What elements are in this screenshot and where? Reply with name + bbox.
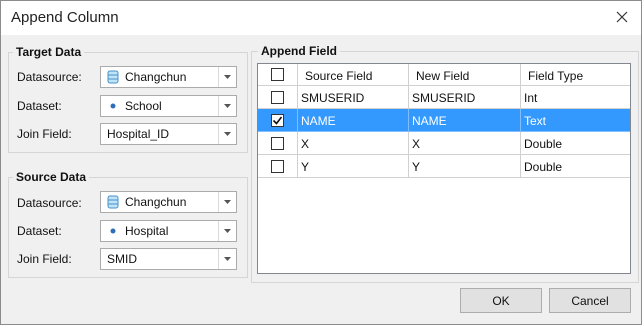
target-datasource-label: Datasource: xyxy=(17,70,82,84)
chevron-down-icon[interactable] xyxy=(218,221,236,241)
source-joinfield-value: SMID xyxy=(107,252,137,266)
new-field-cell[interactable]: SMUSERID xyxy=(409,86,521,109)
field-type-cell-text: Int xyxy=(524,91,538,105)
append-column-dialog: Append Column Target Data Datasource: Ch… xyxy=(0,0,642,325)
new-field-cell[interactable]: NAME xyxy=(409,109,521,132)
row-check-cell xyxy=(258,132,298,155)
point-dataset-icon xyxy=(110,103,116,109)
new-field-cell-text: SMUSERID xyxy=(412,91,476,105)
table-row[interactable]: Y Y Double xyxy=(258,155,630,178)
new-field-cell-text: Y xyxy=(412,160,421,174)
source-field-cell-text: X xyxy=(301,137,310,151)
source-field-cell-text: NAME xyxy=(301,114,336,128)
field-grid[interactable]: Source Field New Field Field Type SMUSER… xyxy=(257,63,631,274)
column-field-type-label: Field Type xyxy=(528,69,584,83)
new-field-cell-text: X xyxy=(412,137,421,151)
row-check-cell xyxy=(258,155,298,178)
source-field-cell[interactable]: X xyxy=(298,132,409,155)
ok-button-label: OK xyxy=(492,293,510,308)
target-joinfield-value: Hospital_ID xyxy=(107,127,170,141)
select-all-checkbox[interactable] xyxy=(271,68,284,81)
source-field-cell-text: SMUSERID xyxy=(301,91,365,105)
source-field-cell[interactable]: Y xyxy=(298,155,409,178)
field-type-cell[interactable]: Int xyxy=(521,86,630,109)
source-joinfield-label: Join Field: xyxy=(17,252,72,266)
source-field-cell[interactable]: NAME xyxy=(298,109,409,132)
row-checkbox[interactable] xyxy=(271,160,284,173)
row-checkbox[interactable] xyxy=(271,114,284,127)
field-type-cell[interactable]: Double xyxy=(521,132,630,155)
source-datasource-label: Datasource: xyxy=(17,196,82,210)
source-field-cell-text: Y xyxy=(301,160,310,174)
source-datasource-combo[interactable]: Changchun xyxy=(100,191,237,213)
append-field-title: Append Field xyxy=(258,44,340,58)
row-checkbox[interactable] xyxy=(271,91,284,104)
source-joinfield-combo[interactable]: SMID xyxy=(100,248,237,270)
chevron-down-icon[interactable] xyxy=(218,249,236,269)
chevron-down-icon[interactable] xyxy=(218,192,236,212)
target-joinfield-combo[interactable]: Hospital_ID xyxy=(100,123,237,145)
row-check-cell xyxy=(258,86,298,109)
field-type-cell[interactable]: Double xyxy=(521,155,630,178)
column-source-field-label: Source Field xyxy=(305,69,373,83)
source-dataset-combo[interactable]: Hospital xyxy=(100,220,237,242)
chevron-down-icon[interactable] xyxy=(218,67,236,87)
cancel-button-label: Cancel xyxy=(571,293,609,308)
new-field-cell[interactable]: X xyxy=(409,132,521,155)
table-row[interactable]: SMUSERID SMUSERID Int xyxy=(258,86,630,109)
checkmark-icon xyxy=(272,116,283,125)
target-datasource-combo[interactable]: Changchun xyxy=(100,66,237,88)
row-checkbox[interactable] xyxy=(271,137,284,150)
grid-header-field-type[interactable]: Field Type xyxy=(521,64,630,86)
dialog-title: Append Column xyxy=(11,9,119,26)
title-bar: Append Column xyxy=(1,1,641,35)
new-field-cell-text: NAME xyxy=(412,114,447,128)
field-type-cell-text: Double xyxy=(524,137,563,151)
chevron-down-icon[interactable] xyxy=(218,96,236,116)
grid-header-new-field[interactable]: New Field xyxy=(409,64,521,86)
grid-header-check-cell xyxy=(258,64,298,86)
new-field-cell[interactable]: Y xyxy=(409,155,521,178)
row-check-cell xyxy=(258,109,298,132)
ok-button[interactable]: OK xyxy=(460,288,542,313)
source-data-title: Source Data xyxy=(13,170,90,184)
target-datasource-value: Changchun xyxy=(125,70,187,84)
table-row[interactable]: X X Double xyxy=(258,132,630,155)
column-new-field-label: New Field xyxy=(416,69,470,83)
datasource-icon xyxy=(107,70,119,84)
target-data-title: Target Data xyxy=(13,45,85,59)
grid-header-source-field[interactable]: Source Field xyxy=(298,64,409,86)
chevron-down-icon[interactable] xyxy=(218,124,236,144)
target-dataset-combo[interactable]: School xyxy=(100,95,237,117)
target-dataset-value: School xyxy=(125,99,162,113)
point-dataset-icon xyxy=(110,228,116,234)
close-icon xyxy=(616,11,628,23)
target-dataset-label: Dataset: xyxy=(17,99,62,113)
table-row[interactable]: NAME NAME Text xyxy=(258,109,630,132)
cancel-button[interactable]: Cancel xyxy=(549,288,631,313)
source-datasource-value: Changchun xyxy=(125,195,187,209)
datasource-icon xyxy=(107,195,119,209)
close-button[interactable] xyxy=(609,5,635,29)
source-dataset-value: Hospital xyxy=(125,224,169,238)
source-field-cell[interactable]: SMUSERID xyxy=(298,86,409,109)
field-type-cell[interactable]: Text xyxy=(521,109,630,132)
target-joinfield-label: Join Field: xyxy=(17,127,72,141)
field-type-cell-text: Double xyxy=(524,160,563,174)
source-dataset-label: Dataset: xyxy=(17,224,62,238)
field-type-cell-text: Text xyxy=(524,114,547,128)
